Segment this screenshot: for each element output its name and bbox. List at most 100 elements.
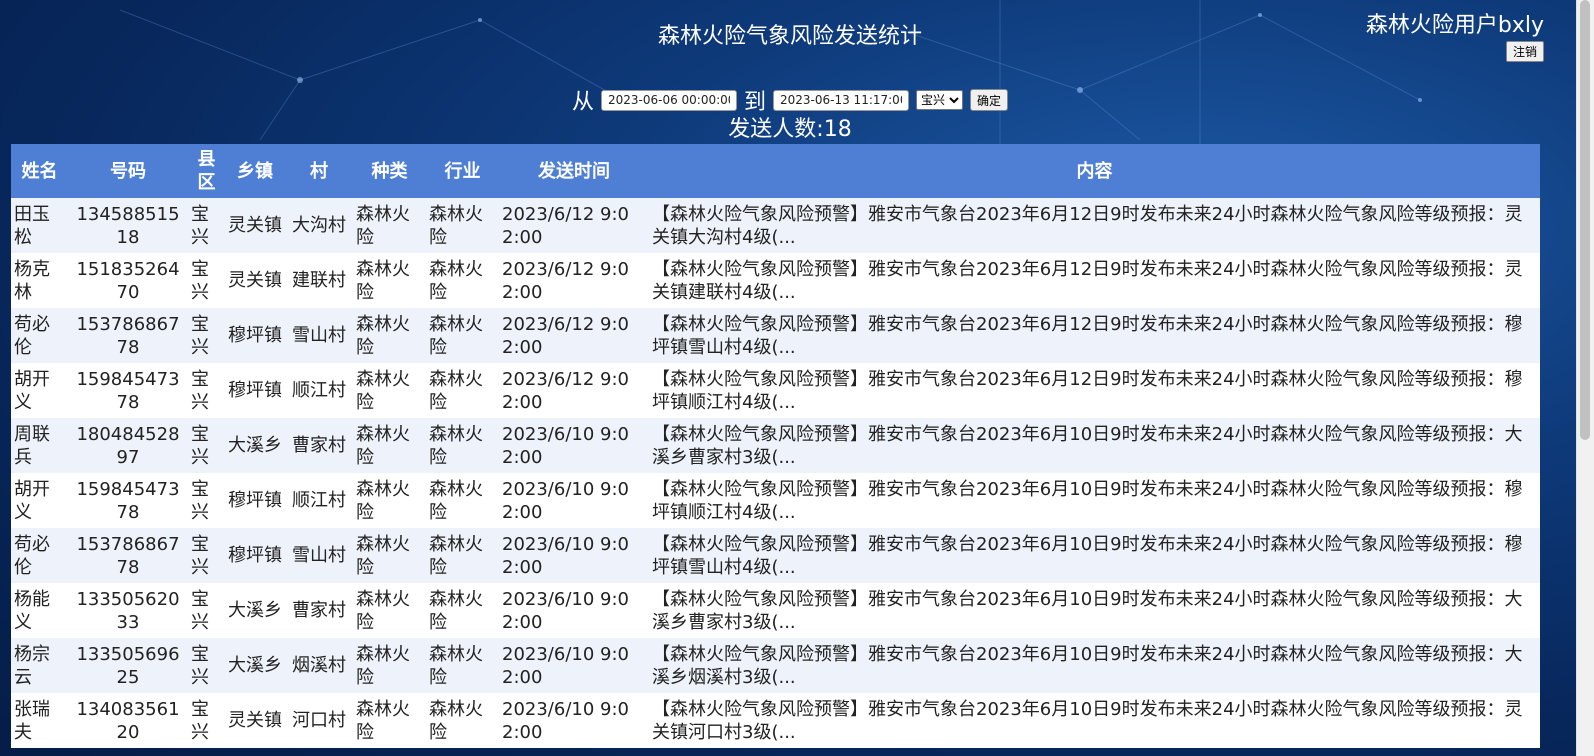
- cell-send-time: 2023/6/10 9:02:00: [502, 588, 629, 633]
- cell-phone: 15984547378: [76, 478, 180, 523]
- table-row: 周联兵 18048452897 宝兴 大溪乡 曹家村 森林火险 森林火险 2023/6/10 …: [11, 418, 1540, 473]
- cell-county: 宝兴: [191, 698, 209, 743]
- cell-send-time: 2023/6/10 9:02:00: [502, 423, 629, 468]
- scrollbar-thumb[interactable]: [1580, 0, 1590, 440]
- cell-send-time: 2023/6/10 9:02:00: [502, 643, 629, 688]
- cell-kind: 森林火险: [356, 588, 410, 633]
- cell-phone: 15378686778: [76, 313, 180, 358]
- cell-village: 雪山村: [292, 325, 346, 346]
- cell-content: 【森林火险气象风险预警】雅安市气象台2023年6月12日9时发布未来24小时森林…: [652, 368, 1523, 413]
- cell-industry: 森林火险: [429, 313, 483, 358]
- cell-send-time: 2023/6/12 9:02:00: [502, 203, 629, 248]
- header-send-time: 发送时间: [538, 160, 610, 182]
- header-industry: 行业: [444, 160, 481, 182]
- start-time-input[interactable]: [600, 89, 737, 111]
- cell-kind: 森林火险: [356, 698, 410, 743]
- cell-phone: 13350562033: [76, 588, 180, 633]
- cell-town: 大溪乡: [228, 655, 282, 676]
- table-row: 杨克林 15183526470 宝兴 灵关镇 建联村 森林火险 森林火险 2023/6/12 …: [11, 253, 1540, 308]
- cell-phone: 13350569625: [76, 643, 180, 688]
- vertical-scrollbar[interactable]: [1576, 0, 1594, 756]
- cell-content: 【森林火险气象风险预警】雅安市气象台2023年6月10日9时发布未来24小时森林…: [652, 533, 1523, 578]
- cell-village: 曹家村: [292, 600, 346, 621]
- cell-send-time: 2023/6/12 9:02:00: [502, 258, 629, 303]
- header-kind: 种类: [371, 160, 408, 182]
- cell-name: 杨克林: [14, 258, 50, 303]
- cell-kind: 森林火险: [356, 533, 410, 578]
- cell-industry: 森林火险: [429, 643, 483, 688]
- cell-industry: 森林火险: [429, 423, 483, 468]
- cell-kind: 森林火险: [356, 313, 410, 358]
- user-box: 森林火险用户bxly 注销: [1366, 7, 1544, 62]
- cell-county: 宝兴: [191, 368, 209, 413]
- cell-name: 田玉松: [14, 203, 50, 248]
- cell-town: 穆坪镇: [228, 490, 282, 511]
- cell-town: 灵关镇: [228, 215, 282, 236]
- cell-village: 雪山村: [292, 545, 346, 566]
- cell-town: 穆坪镇: [228, 380, 282, 401]
- cell-phone: 15183526470: [76, 258, 180, 303]
- logout-button[interactable]: 注销: [1505, 41, 1544, 62]
- cell-town: 灵关镇: [228, 270, 282, 291]
- confirm-button[interactable]: 确定: [970, 89, 1009, 111]
- cell-kind: 森林火险: [356, 368, 410, 413]
- cell-name: 周联兵: [14, 423, 50, 468]
- cell-town: 穆坪镇: [228, 545, 282, 566]
- cell-village: 顺江村: [292, 380, 346, 401]
- cell-content: 【森林火险气象风险预警】雅安市气象台2023年6月10日9时发布未来24小时森林…: [652, 698, 1523, 743]
- cell-name: 苟必伦: [14, 533, 50, 578]
- cell-content: 【森林火险气象风险预警】雅安市气象台2023年6月12日9时发布未来24小时森林…: [652, 203, 1523, 248]
- table-header-row: 姓名 号码 县区 乡镇 村 种类 行业 发送时间 内容: [11, 144, 1540, 198]
- cell-name: 张瑞夫: [14, 698, 50, 743]
- table-row: 胡开义 15984547378 宝兴 穆坪镇 顺江村 森林火险 森林火险 2023/6/12 …: [11, 363, 1540, 418]
- cell-name: 杨能义: [14, 588, 50, 633]
- cell-content: 【森林火险气象风险预警】雅安市气象台2023年6月12日9时发布未来24小时森林…: [652, 313, 1523, 358]
- cell-kind: 森林火险: [356, 258, 410, 303]
- cell-name: 苟必伦: [14, 313, 50, 358]
- cell-county: 宝兴: [191, 423, 209, 468]
- send-count: 发送人数:18: [728, 117, 852, 142]
- results-table-wrap: 姓名 号码 县区 乡镇 村 种类 行业 发送时间 内容 田玉松 134588515…: [11, 144, 1540, 748]
- cell-kind: 森林火险: [356, 203, 410, 248]
- table-row: 胡开义 15984547378 宝兴 穆坪镇 顺江村 森林火险 森林火险 2023/6/10 …: [11, 473, 1540, 528]
- cell-town: 大溪乡: [228, 435, 282, 456]
- cell-county: 宝兴: [191, 313, 209, 358]
- cell-town: 大溪乡: [228, 600, 282, 621]
- header-village: 村: [310, 160, 328, 182]
- cell-industry: 森林火险: [429, 203, 483, 248]
- header-content: 内容: [1076, 160, 1113, 182]
- cell-industry: 森林火险: [429, 368, 483, 413]
- cell-name: 胡开义: [14, 478, 50, 523]
- page-title: 森林火险气象风险发送统计: [657, 24, 922, 49]
- table-row: 田玉松 13458851518 宝兴 灵关镇 大沟村 森林火险 森林火险 2023/6/12 …: [11, 198, 1540, 253]
- header-phone: 号码: [110, 160, 146, 182]
- cell-kind: 森林火险: [356, 643, 410, 688]
- cell-village: 大沟村: [292, 215, 346, 236]
- county-select[interactable]: 宝兴: [916, 90, 963, 110]
- cell-send-time: 2023/6/12 9:02:00: [502, 313, 629, 358]
- user-name: 森林火险用户bxly: [1365, 13, 1544, 38]
- cell-send-time: 2023/6/10 9:02:00: [502, 533, 629, 578]
- table-row: 杨能义 13350562033 宝兴 大溪乡 曹家村 森林火险 森林火险 2023/6/10 …: [11, 583, 1540, 638]
- table-row: 苟必伦 15378686778 宝兴 穆坪镇 雪山村 森林火险 森林火险 2023/6/12 …: [11, 308, 1540, 363]
- results-table: 姓名 号码 县区 乡镇 村 种类 行业 发送时间 内容 田玉松 134588515…: [11, 144, 1540, 748]
- table-row: 杨宗云 13350569625 宝兴 大溪乡 烟溪村 森林火险 森林火险 2023/6/10 …: [11, 638, 1540, 693]
- cell-content: 【森林火险气象风险预警】雅安市气象台2023年6月10日9时发布未来24小时森林…: [652, 423, 1523, 468]
- cell-county: 宝兴: [191, 203, 209, 248]
- cell-send-time: 2023/6/10 9:02:00: [502, 698, 629, 743]
- cell-village: 河口村: [292, 710, 346, 731]
- cell-phone: 13458851518: [76, 203, 180, 248]
- cell-village: 烟溪村: [292, 655, 346, 676]
- table-row: 苟必伦 15378686778 宝兴 穆坪镇 雪山村 森林火险 森林火险 2023/6/10 …: [11, 528, 1540, 583]
- cell-town: 灵关镇: [228, 710, 282, 731]
- cell-phone: 18048452897: [76, 423, 180, 468]
- end-time-input[interactable]: [773, 89, 909, 111]
- cell-village: 顺江村: [292, 490, 346, 511]
- cell-county: 宝兴: [191, 533, 209, 578]
- cell-phone: 15984547378: [76, 368, 180, 413]
- cell-industry: 森林火险: [429, 533, 483, 578]
- cell-name: 杨宗云: [14, 643, 50, 688]
- cell-county: 宝兴: [191, 643, 209, 688]
- cell-industry: 森林火险: [429, 588, 483, 633]
- cell-phone: 13408356120: [76, 698, 180, 743]
